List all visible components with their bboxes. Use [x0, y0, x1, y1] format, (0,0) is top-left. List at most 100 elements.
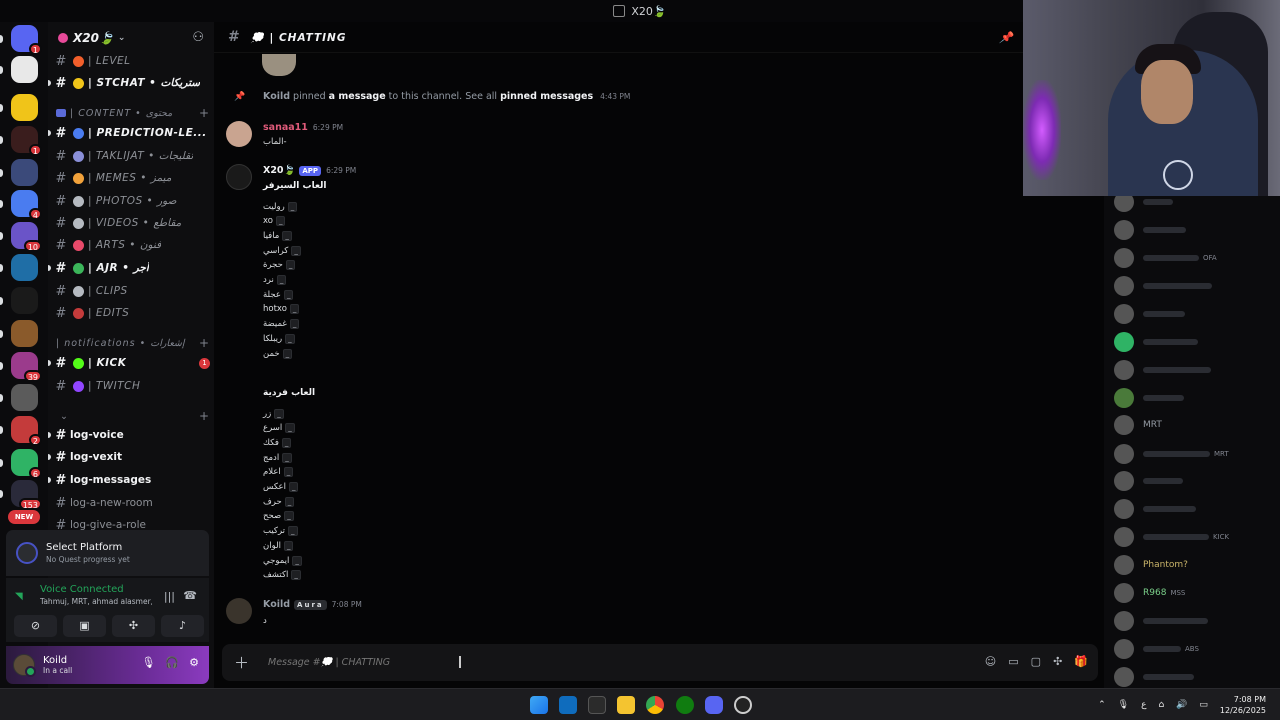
member-item[interactable]	[1114, 666, 1194, 688]
member-item[interactable]: MRT	[1114, 414, 1162, 436]
mic-tray-icon[interactable]: 🎙	[1118, 700, 1129, 710]
member-item[interactable]	[1114, 275, 1212, 297]
server-icon-10[interactable]	[11, 320, 38, 347]
channel-item[interactable]: # | ARTS • فنون	[52, 235, 210, 255]
server-icon-14[interactable]: 6	[11, 449, 42, 479]
message-author[interactable]: Koild	[263, 599, 290, 610]
avatar[interactable]	[226, 164, 252, 190]
microphone-icon[interactable]: 🎙	[141, 656, 155, 669]
quest-panel[interactable]: Select Platform No Quest progress yet	[6, 530, 209, 576]
server-icon-11[interactable]: 39	[11, 352, 42, 382]
chevron-up-icon[interactable]: ⌃	[1098, 700, 1106, 710]
plus-icon[interactable]: ＋	[234, 652, 254, 673]
channel-item[interactable]: # | PHOTOS • صور	[52, 191, 210, 211]
add-channel-icon[interactable]: +	[199, 106, 210, 120]
windows-start-icon[interactable]	[530, 696, 548, 714]
signal-icon[interactable]: ◥	[15, 591, 23, 602]
volume-icon[interactable]: 🔊	[1176, 700, 1187, 710]
system-user[interactable]: Koild	[263, 91, 290, 102]
message-input[interactable]	[268, 657, 568, 668]
member-item[interactable]	[1114, 387, 1184, 409]
member-item[interactable]	[1114, 470, 1183, 492]
channel-item[interactable]: # | VIDEOS • مقاطع	[52, 213, 210, 233]
disconnect-icon[interactable]: ☎	[183, 589, 197, 602]
member-item[interactable]: Phantom?	[1114, 554, 1188, 576]
message-author[interactable]: X20🍃	[263, 165, 295, 176]
app-taskbar-icon[interactable]	[734, 696, 752, 714]
app-launcher-icon[interactable]: ✣	[1053, 655, 1062, 668]
channel-item[interactable]: # log-voice	[52, 425, 210, 445]
file-explorer-icon[interactable]	[617, 696, 635, 714]
member-item[interactable]	[1114, 610, 1208, 632]
member-item[interactable]	[1114, 219, 1186, 241]
channel-item[interactable]: # | TWITCH	[52, 376, 210, 396]
store-icon[interactable]	[588, 696, 606, 714]
headphones-icon[interactable]: 🎧	[165, 656, 179, 669]
server-icon-4[interactable]: 1	[11, 126, 42, 156]
activities-button[interactable]: ✣	[112, 615, 155, 637]
system-link-1[interactable]: a message	[329, 91, 386, 102]
member-item[interactable]: KICK	[1114, 526, 1229, 548]
apps-icon[interactable]: ☺	[985, 655, 996, 668]
channel-category[interactable]: | notifications • إشعارات +	[56, 336, 210, 350]
member-item[interactable]	[1114, 359, 1211, 381]
add-channel-icon[interactable]: +	[199, 336, 210, 350]
avatar[interactable]	[13, 654, 36, 677]
gear-icon[interactable]: ⚙	[189, 656, 199, 669]
member-item[interactable]	[1114, 498, 1196, 520]
server-icon-1[interactable]: 1	[11, 25, 42, 55]
invite-user-icon[interactable]: ⚇	[192, 30, 204, 45]
battery-icon[interactable]: ▭	[1199, 700, 1208, 710]
network-icon[interactable]: ⌂	[1158, 700, 1164, 710]
channel-item[interactable]: # | KICK 1	[52, 353, 210, 373]
server-icon-9[interactable]	[11, 287, 38, 314]
server-icon-5[interactable]	[11, 159, 38, 186]
outlook-icon[interactable]	[559, 696, 577, 714]
member-item[interactable]	[1114, 331, 1198, 353]
gift-icon[interactable]: 🎁	[1074, 655, 1088, 668]
server-icon-8[interactable]	[11, 254, 38, 281]
member-item[interactable]: R968 MSS	[1114, 582, 1185, 604]
voice-status[interactable]: Voice Connected	[40, 584, 201, 595]
sticker-icon[interactable]: ▢	[1031, 655, 1041, 668]
server-icon-6[interactable]: 4	[11, 190, 42, 220]
camera-off-button[interactable]: ⊘	[14, 615, 57, 637]
member-item[interactable]	[1114, 303, 1185, 325]
pin-toolbar-icon[interactable]: 📌	[999, 31, 1014, 44]
channel-item[interactable]: # | STCHAT • ستريكات	[52, 73, 210, 93]
channel-item[interactable]: # log-a-new-room	[52, 493, 210, 513]
avatar[interactable]	[262, 54, 296, 76]
server-icon-15[interactable]: 153	[11, 480, 42, 510]
channel-item[interactable]: # log-messages	[52, 470, 210, 490]
soundboard-button[interactable]: ♪	[161, 615, 204, 637]
channel-item[interactable]: # | TAKLIJAT • تقليجات	[52, 146, 210, 166]
member-item[interactable]: MRT	[1114, 443, 1229, 465]
message-author[interactable]: sanaa11	[263, 122, 308, 133]
channel-item[interactable]: # | EDITS	[52, 303, 210, 323]
noise-suppression-icon[interactable]: |||	[164, 590, 175, 603]
add-channel-icon[interactable]: +	[199, 409, 210, 423]
server-icon-2[interactable]	[11, 56, 38, 83]
server-icon-13[interactable]: 2	[11, 416, 42, 446]
channel-category[interactable]: ⌄ +	[56, 409, 210, 423]
language-indicator[interactable]: ع	[1141, 700, 1146, 710]
server-icon-12[interactable]	[11, 384, 38, 411]
avatar[interactable]	[226, 121, 252, 147]
system-link-2[interactable]: pinned messages	[500, 91, 593, 102]
gif-icon[interactable]: ▭	[1008, 655, 1018, 668]
member-item[interactable]: ABS	[1114, 638, 1199, 660]
chrome-icon[interactable]	[646, 696, 664, 714]
user-panel[interactable]: Koild In a call 🎙 🎧 ⚙	[6, 646, 209, 684]
member-item[interactable]: OFA	[1114, 247, 1217, 269]
channel-category[interactable]: | CONTENT • محتوى +	[56, 106, 210, 120]
xbox-icon[interactable]	[676, 696, 694, 714]
screen-share-button[interactable]: ▣	[63, 615, 106, 637]
channel-item[interactable]: # | CLIPS	[52, 281, 210, 301]
channel-item[interactable]: # | LEVEL	[52, 51, 210, 71]
channel-item[interactable]: # | AJR • أجر	[52, 258, 210, 278]
channel-item[interactable]: # | MEMES • ميمز	[52, 168, 210, 188]
server-icon-3[interactable]	[11, 94, 38, 121]
discord-taskbar-icon[interactable]	[705, 696, 723, 714]
channel-item[interactable]: # log-vexit	[52, 447, 210, 467]
server-header[interactable]: X20🍃 ⌄ ⚇	[48, 22, 214, 53]
